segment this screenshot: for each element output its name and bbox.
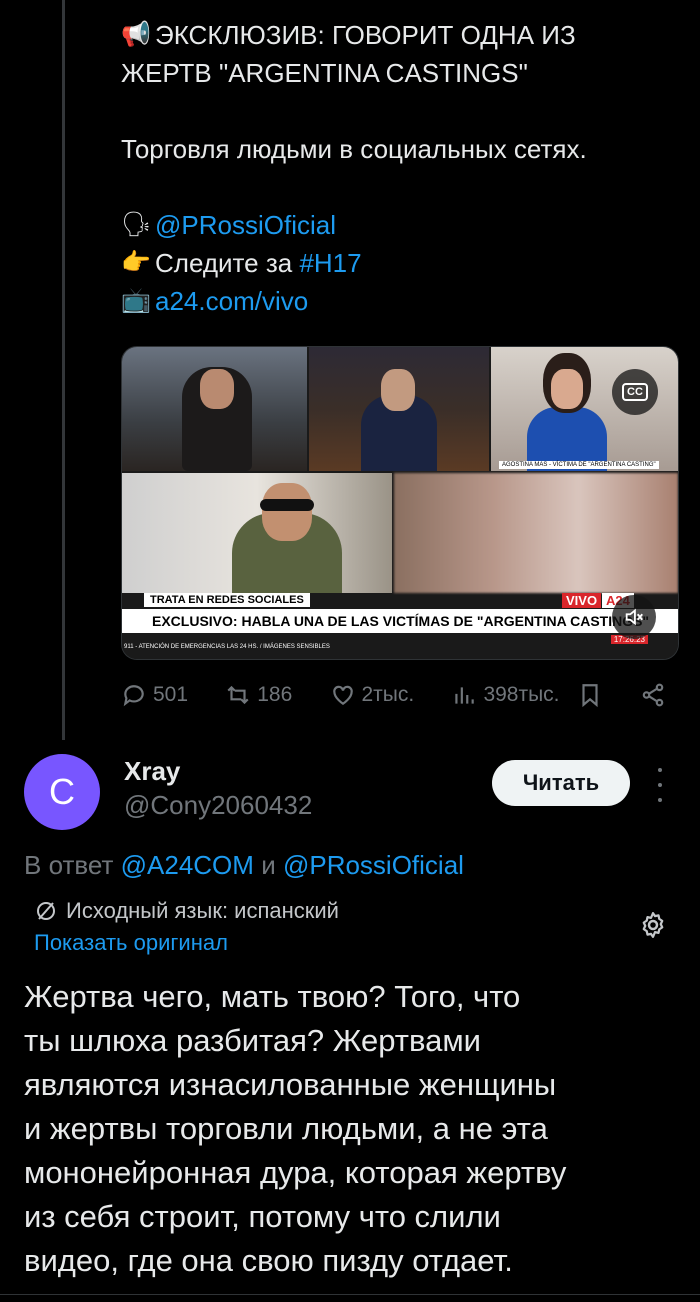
captions-button[interactable]: CC <box>612 369 658 415</box>
translate-icon <box>37 902 55 920</box>
follow-button[interactable]: Читать <box>492 760 630 806</box>
tweet-headline-cont: ЖЕРТВ "ARGENTINA CASTINGS" <box>121 58 528 88</box>
video-panel-selfie <box>122 473 392 593</box>
reply-prefix: В ответ <box>24 850 114 880</box>
reply-text-line: и жертвы торговли людьми, а не эта <box>24 1111 548 1146</box>
cc-icon: CC <box>622 383 648 401</box>
video-player[interactable]: AGOSTINA MAS - VÍCTIMA DE "ARGENTINA CAS… <box>121 346 679 660</box>
reply-context: В ответ @A24COM и @PRossiOficial <box>24 850 464 881</box>
mute-button[interactable] <box>612 595 656 639</box>
gear-icon[interactable] <box>638 910 668 940</box>
live-badge: VIVO <box>562 593 602 608</box>
retweet-action[interactable]: 186 <box>225 682 292 708</box>
tweet-body: 📢 ЭКСКЛЮЗИВ: ГОВОРИТ ОДНА ИЗ ЖЕРТВ "ARGE… <box>121 16 681 320</box>
reply-text-line: из себя строит, потому что слили <box>24 1199 501 1234</box>
reply-action[interactable]: 501 <box>121 682 188 708</box>
reply-text-line: ты шлюха разбитая? Жертвами <box>24 1023 481 1058</box>
more-options-icon[interactable] <box>650 768 670 802</box>
avatar[interactable]: C <box>24 754 100 830</box>
like-action[interactable]: 2тыс. <box>330 682 415 708</box>
pointing-hand-icon: 👉 <box>121 249 151 276</box>
retweet-count: 186 <box>257 683 293 706</box>
bookmark-action[interactable] <box>577 682 603 708</box>
divider <box>0 1294 700 1295</box>
share-icon <box>642 683 664 707</box>
views-chart-icon <box>455 687 475 704</box>
reply-text-line: мононейронная дура, которая жертву <box>24 1155 567 1190</box>
tweet-line: 📺 a24.com/vivo <box>121 282 681 320</box>
user-handle[interactable]: @Cony2060432 <box>124 790 312 821</box>
thread-connector-line <box>62 0 65 740</box>
reply-body: Жертва чего, мать твою? Того, что ты шлю… <box>24 975 684 1283</box>
tweet-line: 👉 Следите за #H17 <box>121 244 681 282</box>
mention-link[interactable]: @PRossiOficial <box>155 206 336 244</box>
megaphone-icon: 📢 <box>121 21 151 48</box>
speaking-head-icon: 🗣 <box>121 211 152 238</box>
share-action[interactable] <box>640 682 666 708</box>
reply-and: и <box>261 850 276 880</box>
lower-third-top: TRATA EN REDES SOCIALES <box>144 593 310 607</box>
hashtag-link[interactable]: #H17 <box>299 244 361 282</box>
views-action[interactable]: 398тыс. <box>451 682 560 708</box>
translation-note: Исходный язык: испанский <box>34 898 339 924</box>
news-ticker: 911 - ATENCIÓN DE EMERGENCIAS LAS 24 HS.… <box>122 635 678 659</box>
user-display-name[interactable]: Xray <box>124 756 180 787</box>
reply-count: 501 <box>153 683 189 706</box>
reply-mention-1[interactable]: @A24COM <box>121 850 254 880</box>
follow-text: Следите за <box>155 248 300 278</box>
reply-mention-2[interactable]: @PRossiOficial <box>283 850 464 880</box>
tweet-actions-bar: 501 186 2тыс. 398тыс. <box>121 680 666 710</box>
view-count: 398тыс. <box>483 683 560 706</box>
reply-text-line: видео, где она свою пизду отдает. <box>24 1243 513 1278</box>
tweet-line: 📢 ЭКСКЛЮЗИВ: ГОВОРИТ ОДНА ИЗ <box>121 16 681 54</box>
video-panel-host <box>309 347 489 471</box>
translation-source-text: Исходный язык: испанский <box>66 898 339 923</box>
reply-text-line: Жертва чего, мать твою? Того, что <box>24 979 521 1014</box>
tweet-line: ЖЕРТВ "ARGENTINA CASTINGS" <box>121 54 681 92</box>
reply-icon <box>123 685 144 707</box>
retweet-icon <box>227 685 249 705</box>
reply-text-line: являются изнасилованные женщины <box>24 1067 557 1102</box>
tweet-headline: ЭКСКЛЮЗИВ: ГОВОРИТ ОДНА ИЗ <box>155 20 576 50</box>
tv-icon: 📺 <box>121 287 151 314</box>
guest-caption: AGOSTINA MAS - VÍCTIMA DE "ARGENTINA CAS… <box>499 461 659 469</box>
video-panel-guest-left <box>122 347 307 471</box>
heart-icon <box>332 685 353 705</box>
ticker-text: 911 - ATENCIÓN DE EMERGENCIAS LAS 24 HS.… <box>124 644 330 650</box>
video-panel-blurred-photos <box>394 473 678 593</box>
speaker-muted-icon <box>625 608 643 626</box>
tweet-line: 🗣 @PRossiOficial <box>121 206 681 244</box>
tweet-subtitle: Торговля людьми в социальных сетях. <box>121 134 587 164</box>
bookmark-icon <box>582 684 598 708</box>
show-original-link[interactable]: Показать оригинал <box>34 930 228 956</box>
lower-third-main: EXCLUSIVO: HABLA UNA DE LAS VICTÍMAS DE … <box>122 609 678 633</box>
tweet-line: Торговля людьми в социальных сетях. <box>121 130 681 168</box>
url-link[interactable]: a24.com/vivo <box>155 282 308 320</box>
like-count: 2тыс. <box>361 683 415 706</box>
